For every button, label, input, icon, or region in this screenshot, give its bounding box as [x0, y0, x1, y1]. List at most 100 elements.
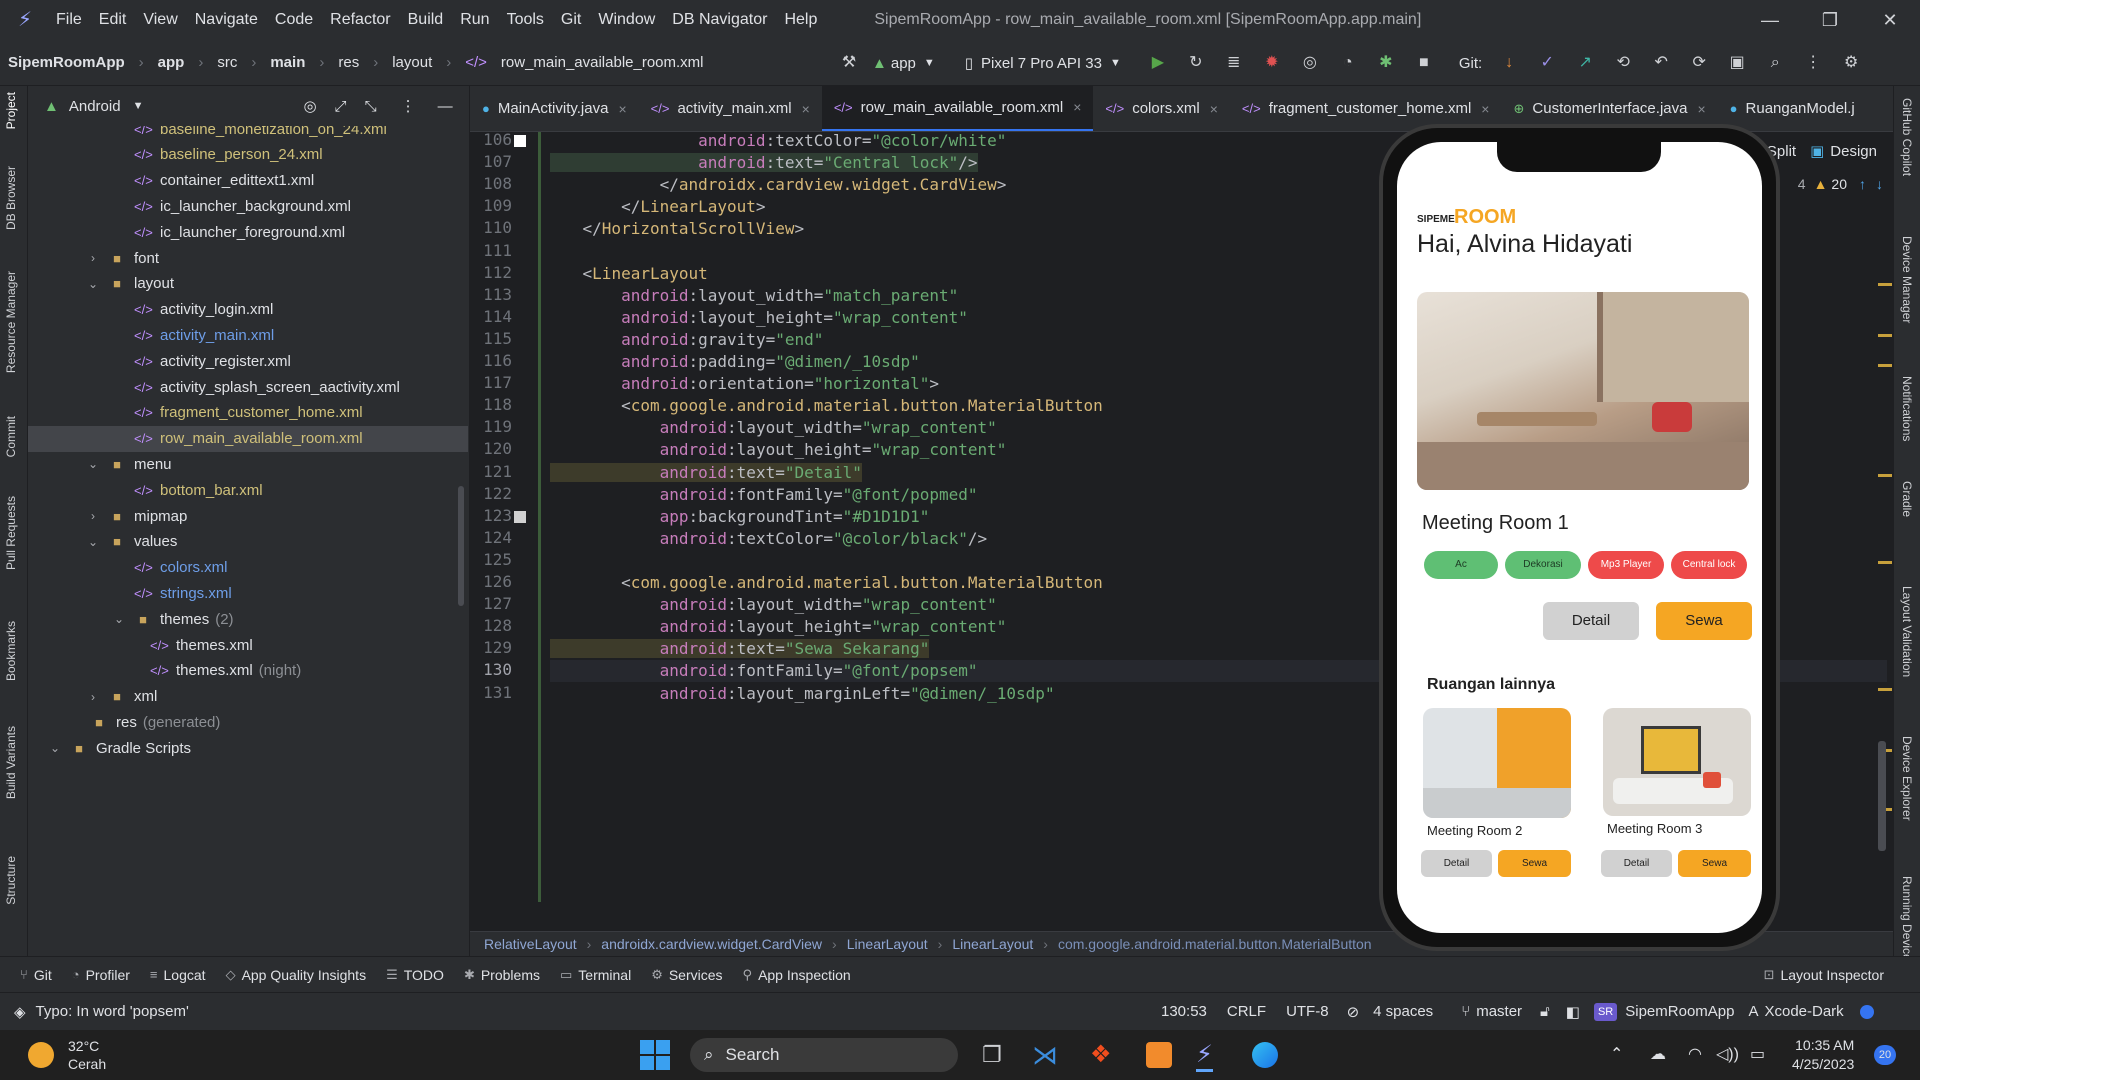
editor-scrollbar[interactable]: [1878, 741, 1886, 851]
tree-file[interactable]: </> strings.xml: [28, 580, 468, 606]
tree-folder[interactable]: ⌄ ■ menu: [28, 451, 468, 477]
breadcrumb-main[interactable]: main: [270, 54, 305, 71]
gradle-tool-button[interactable]: Gradle: [1900, 481, 1914, 517]
clock[interactable]: 10:35 AM 4/25/2023: [1792, 1036, 1854, 1074]
editor-tab[interactable]: ● MainActivity.java ×: [470, 86, 639, 131]
lock-icon[interactable]: ⊘: [1347, 1003, 1360, 1021]
theme-name[interactable]: Xcode-Dark: [1764, 1003, 1843, 1020]
crumb-linearlayout-2[interactable]: LinearLayout: [952, 936, 1033, 952]
tree-file[interactable]: </> container_edittext1.xml: [28, 168, 468, 194]
room-3-detail-button[interactable]: Detail: [1601, 850, 1672, 877]
editor-tab[interactable]: </> colors.xml ×: [1093, 86, 1230, 131]
tree-file[interactable]: </> themes.xml: [28, 632, 468, 658]
collapse-icon[interactable]: ⤡: [365, 98, 377, 115]
task-view-icon[interactable]: ❐: [982, 1042, 1002, 1068]
more-icon[interactable]: ⋮: [1798, 48, 1828, 78]
terminal-tool-window[interactable]: ▭ Terminal: [560, 967, 631, 983]
breadcrumb-app[interactable]: app: [158, 54, 185, 71]
file-encoding[interactable]: UTF-8: [1286, 1003, 1329, 1020]
git-update-icon[interactable]: ↓: [1494, 48, 1524, 78]
sync-gradle-icon[interactable]: ⟳: [1684, 48, 1714, 78]
close-icon[interactable]: ×: [618, 101, 626, 117]
menu-file[interactable]: File: [56, 11, 82, 29]
detail-button[interactable]: Detail: [1543, 602, 1639, 640]
tree-file[interactable]: </> activity_login.xml: [28, 297, 468, 323]
menu-navigate[interactable]: Navigate: [195, 11, 258, 29]
room-3-image[interactable]: [1603, 708, 1751, 816]
close-icon[interactable]: ×: [1697, 101, 1705, 117]
search-icon[interactable]: ⌕: [1760, 48, 1790, 78]
app-inspection-tool-window[interactable]: ⚲ App Inspection: [743, 967, 851, 983]
xampp-icon[interactable]: [1146, 1042, 1172, 1068]
chevron-down-icon[interactable]: ⌄: [86, 535, 100, 549]
read-only-icon[interactable]: 🔓︎: [1540, 1003, 1550, 1020]
chevron-right-icon[interactable]: ›: [86, 251, 100, 265]
menu-build[interactable]: Build: [408, 11, 444, 29]
profile-icon[interactable]: ◎: [1295, 48, 1325, 78]
commit-tool-button[interactable]: Commit: [4, 416, 18, 457]
coverage-icon[interactable]: ◔: [1333, 48, 1363, 78]
room-1-image[interactable]: [1417, 292, 1749, 490]
structure-tool-button[interactable]: Structure: [4, 856, 18, 905]
history-icon[interactable]: ⟲: [1608, 48, 1638, 78]
tree-file[interactable]: </> baseline_monetization_on_24.xml: [28, 126, 468, 142]
scroll-marker[interactable]: [1878, 364, 1892, 367]
bookmarks-tool-button[interactable]: Bookmarks: [4, 621, 18, 681]
tree-file[interactable]: </> baseline_person_24.xml: [28, 142, 468, 168]
tree-folder[interactable]: ⌄ ■ themes (2): [28, 606, 468, 632]
notifications-tool-button[interactable]: Notifications: [1900, 376, 1914, 441]
volume-icon[interactable]: ◁)): [1716, 1044, 1739, 1064]
attach-debugger-icon[interactable]: ✱: [1371, 48, 1401, 78]
build-variants-tool-button[interactable]: Build Variants: [4, 726, 18, 799]
minimize-button[interactable]: —: [1740, 0, 1800, 40]
running-devices-tool-button[interactable]: Running Devices: [1900, 876, 1914, 967]
debug-icon[interactable]: ✹: [1257, 48, 1287, 78]
target-icon[interactable]: ◎: [303, 97, 316, 115]
editor-tab[interactable]: </> row_main_available_room.xml ×: [821, 86, 1094, 131]
services-tool-window[interactable]: ⚙ Services: [651, 967, 722, 983]
close-button[interactable]: ✕: [1860, 0, 1920, 40]
color-swatch-icon[interactable]: [514, 135, 526, 147]
app-quality-tool-window[interactable]: ◇ App Quality Insights: [226, 967, 367, 983]
tray-chevron-icon[interactable]: ⌃: [1610, 1044, 1623, 1064]
apply-code-icon[interactable]: ≣: [1219, 48, 1249, 78]
close-icon[interactable]: ×: [1073, 99, 1081, 115]
project-view-select[interactable]: Android: [69, 98, 121, 115]
crumb-linearlayout-1[interactable]: LinearLayout: [847, 936, 928, 952]
taskbar-search[interactable]: ⌕ Search: [690, 1038, 958, 1072]
windows-start-icon[interactable]: [640, 1040, 670, 1070]
scroll-marker[interactable]: [1878, 688, 1892, 691]
breadcrumb-res[interactable]: res: [338, 54, 359, 71]
settings-icon[interactable]: ⚙: [1836, 48, 1866, 78]
scroll-marker[interactable]: [1878, 334, 1892, 337]
resource-manager-tool-button[interactable]: Resource Manager: [4, 271, 18, 373]
chevron-down-icon[interactable]: ⌄: [112, 612, 126, 626]
chevron-down-icon[interactable]: ⌄: [86, 277, 100, 291]
menu-refactor[interactable]: Refactor: [330, 11, 390, 29]
run-config-select[interactable]: app: [891, 55, 916, 72]
copilot-status-icon[interactable]: ◧: [1566, 1003, 1580, 1021]
breadcrumb-file[interactable]: row_main_available_room.xml: [501, 54, 704, 71]
crumb-materialbutton[interactable]: com.google.android.material.button.Mater…: [1058, 936, 1372, 952]
menu-git[interactable]: Git: [561, 11, 581, 29]
scroll-marker[interactable]: [1878, 561, 1892, 564]
menu-run[interactable]: Run: [460, 11, 489, 29]
tree-folder[interactable]: ⌄ ■ Gradle Scripts: [28, 735, 468, 761]
problems-tool-window[interactable]: ✱ Problems: [464, 967, 540, 983]
tree-file[interactable]: </> activity_register.xml: [28, 348, 468, 374]
scroll-marker[interactable]: [1878, 474, 1892, 477]
tree-folder[interactable]: › ■ font: [28, 245, 468, 271]
menu-help[interactable]: Help: [784, 11, 817, 29]
tree-file[interactable]: </> bottom_bar.xml: [28, 477, 468, 503]
breadcrumb-project[interactable]: SipemRoomApp: [8, 54, 125, 71]
pull-requests-tool-button[interactable]: Pull Requests: [4, 496, 18, 570]
vscode-icon[interactable]: ⋊: [1032, 1040, 1058, 1071]
tree-scrollbar[interactable]: [458, 486, 464, 606]
editor-tab[interactable]: </> activity_main.xml ×: [639, 86, 822, 131]
edge-icon[interactable]: [1252, 1042, 1278, 1068]
tree-file[interactable]: </> activity_splash_screen_aactivity.xml: [28, 374, 468, 400]
color-swatch-icon[interactable]: [514, 510, 526, 523]
db-browser-tool-button[interactable]: DB Browser: [4, 166, 18, 230]
figma-icon[interactable]: ❖: [1090, 1040, 1112, 1069]
chevron-right-icon[interactable]: ›: [86, 690, 100, 704]
